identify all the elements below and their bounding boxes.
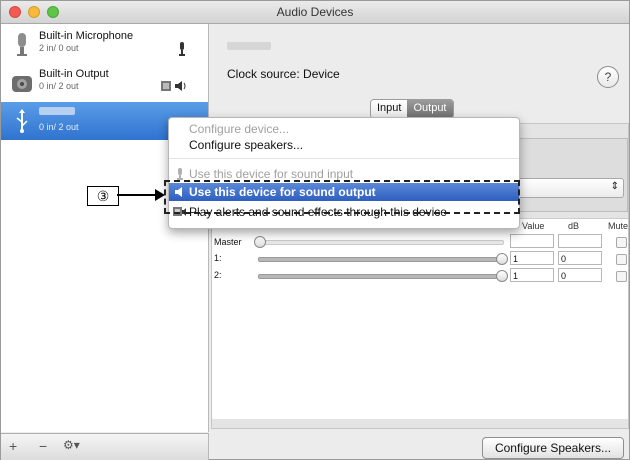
configure-speakers-button[interactable]: Configure Speakers... — [482, 437, 624, 459]
sidebar-toolbar: + − ⚙▾ — [1, 433, 209, 460]
device-io: 2 in/ 0 out — [39, 43, 79, 53]
speaker-icon — [12, 76, 32, 92]
channel-2-volume-slider[interactable] — [258, 274, 504, 279]
column-header-db: dB — [568, 221, 580, 231]
master-volume-slider[interactable] — [258, 240, 504, 245]
add-device-button[interactable]: + — [9, 438, 17, 454]
channel-2-mute-checkbox[interactable] — [616, 271, 627, 282]
channel-1-volume-knob[interactable] — [496, 253, 508, 265]
column-header-mute: Mute — [608, 221, 629, 231]
clock-source-label: Clock source: Device — [227, 67, 340, 81]
master-db-field[interactable] — [558, 234, 602, 248]
device-name-redacted — [39, 107, 75, 115]
channel-2-volume-knob[interactable] — [496, 270, 508, 282]
format-group — [518, 138, 628, 212]
menu-item-configure-speakers[interactable]: Configure speakers... — [189, 138, 303, 152]
menu-item-use-for-input[interactable]: Use this device for sound input — [189, 167, 353, 181]
help-button[interactable]: ? — [597, 66, 619, 88]
highlight-frame — [164, 180, 520, 214]
menu-separator — [169, 158, 519, 159]
step-callout: ③ — [87, 186, 119, 206]
master-volume-knob[interactable] — [254, 236, 266, 248]
audio-devices-window: Audio Devices Built-in Microphone 2 in/ … — [0, 0, 630, 460]
remove-device-button[interactable]: − — [39, 438, 47, 454]
device-item-built-in-microphone[interactable]: Built-in Microphone 2 in/ 0 out — [1, 26, 208, 64]
window-title: Audio Devices — [276, 5, 354, 19]
select-arrows-icon: ⇕ — [610, 181, 619, 192]
format-select[interactable]: ⇕ — [512, 178, 624, 198]
tab-output[interactable]: Output — [407, 100, 453, 118]
device-item-built-in-output[interactable]: Built-in Output 0 in/ 2 out — [1, 64, 208, 102]
device-io: 0 in/ 2 out — [39, 81, 79, 91]
master-value-field[interactable] — [510, 234, 554, 248]
column-header-value: Value — [522, 221, 545, 231]
menu-item-configure-device[interactable]: Configure device... — [189, 122, 289, 136]
input-indicator-icon — [179, 42, 185, 56]
callout-arrow-head — [155, 189, 165, 201]
device-header: Clock source: Device ? — [209, 24, 629, 104]
channel-2-value-field[interactable]: 1 — [510, 268, 554, 282]
channel-1-db-field[interactable]: 0 — [558, 251, 602, 265]
row-label-channel-1: 1: — [214, 253, 222, 263]
device-name: Built-in Output — [39, 68, 109, 80]
microphone-icon — [177, 168, 183, 180]
row-label-master: Master — [214, 237, 242, 247]
output-indicator-icon — [161, 81, 186, 91]
channel-1-volume-slider[interactable] — [258, 257, 504, 262]
title-bar: Audio Devices — [1, 1, 629, 24]
volume-table: Value dB Mute Master 1: 1 0 2: 1 0 — [212, 218, 628, 419]
device-title-redacted — [227, 42, 271, 50]
tab-input[interactable]: Input — [371, 100, 408, 118]
channel-2-db-field[interactable]: 0 — [558, 268, 602, 282]
gear-menu-button[interactable]: ⚙▾ — [63, 438, 80, 452]
io-tabs: Input Output — [370, 99, 454, 119]
channel-1-value-field[interactable]: 1 — [510, 251, 554, 265]
row-label-channel-2: 2: — [214, 270, 222, 280]
microphone-icon — [17, 33, 27, 56]
usb-icon — [16, 109, 28, 133]
master-mute-checkbox[interactable] — [616, 237, 627, 248]
channel-1-mute-checkbox[interactable] — [616, 254, 627, 265]
callout-arrow-line — [117, 194, 159, 196]
device-io: 0 in/ 2 out — [39, 122, 79, 132]
device-name: Built-in Microphone — [39, 30, 134, 42]
